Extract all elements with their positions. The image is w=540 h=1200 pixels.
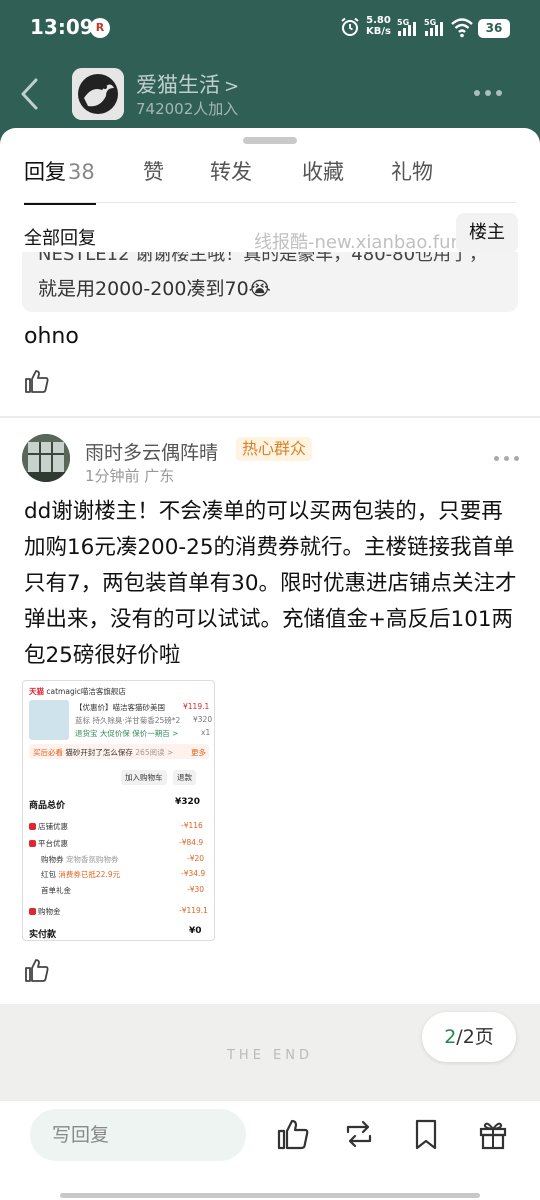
alarm-icon — [341, 17, 359, 36]
tmall-logo: 天猫 — [29, 687, 44, 696]
more-options-icon[interactable] — [474, 90, 502, 96]
product-price: ¥119.1 — [183, 702, 210, 711]
promo-more: 更多 — [191, 748, 206, 757]
add-to-cart-button: 加入购物车 — [121, 770, 167, 785]
gesture-nav-bar[interactable] — [60, 1193, 480, 1198]
network-speed-unit: KB/s — [366, 26, 391, 37]
avatar-image — [22, 434, 70, 482]
watermark: 线报酷-new.xianbao.fun — [254, 232, 462, 253]
first-order-value: -¥30 — [187, 885, 205, 894]
redpacket-desc: 消费券已抵22.9元 — [58, 870, 121, 879]
total-label: 商品总价 — [29, 801, 66, 811]
attached-image[interactable]: 天猫 catmagic喵洁客旗舰店 【优惠价】喵洁客猫砂美国 ¥119.1 蓝标… — [22, 680, 215, 941]
first-order-label: 首单礼金 — [41, 886, 71, 895]
group-members-count: 742002人加入 — [136, 100, 239, 118]
bookmark-icon[interactable] — [409, 1117, 443, 1151]
status-bar: 13:09 R 5.80 KB/s 5G 5G 36 — [0, 0, 540, 56]
coupon-value: -¥20 — [187, 854, 205, 863]
coupon-row: 购物券 宠物香氛购物券 — [41, 854, 118, 865]
tab-replies-count: 38 — [68, 160, 95, 184]
like-icon[interactable] — [24, 368, 50, 394]
platform-discount-label: 平台优惠 — [38, 839, 68, 848]
group-header: 爱猫生活 > 742002人加入 — [0, 56, 540, 132]
redpacket-value: -¥34.9 — [181, 869, 206, 878]
total-value: ¥320 — [175, 797, 201, 807]
product-spec: 蓝标 持久除臭·洋甘菊香25磅*2 — [75, 716, 181, 725]
redpacket-label: 红包 — [41, 870, 56, 879]
avatar[interactable] — [22, 434, 70, 482]
divider — [24, 202, 516, 203]
quoted-reply-text: 就是用2000-200凑到70😭 — [38, 278, 271, 300]
promo-reads: 265阅读 > — [135, 748, 174, 757]
reply-body: dd谢谢楼主！不会凑单的可以买两包装的，只要再加购16元凑200-25的消费券就… — [24, 499, 517, 668]
store-name: catmagic喵洁客旗舰店 — [46, 687, 126, 696]
group-avatar[interactable] — [72, 68, 124, 120]
back-arrow-icon[interactable] — [16, 74, 44, 114]
product-thumbnail — [29, 700, 69, 740]
replies-sheet: 回复38 赞 转发 收藏 礼物 NESTLE12 谢谢楼主哦！真的是豪车，480… — [0, 128, 540, 1200]
more-options-icon[interactable] — [494, 456, 519, 461]
reply-input[interactable]: 写回复 — [30, 1109, 246, 1161]
signal-bars-icon-2 — [425, 22, 443, 36]
like-icon[interactable] — [276, 1117, 310, 1151]
page-current: 2 — [444, 1026, 457, 1048]
group-name: 爱猫生活 — [136, 73, 220, 97]
promo-tag: 买后必看 — [33, 748, 63, 757]
user-name[interactable]: 雨时多云偶阵晴 — [85, 438, 218, 465]
post-meta: 1分钟前 广东 — [85, 467, 175, 485]
shopping-gold-label: 购物金 — [38, 907, 61, 916]
wifi-icon — [451, 18, 473, 38]
tab-favorites[interactable]: 收藏 — [302, 156, 344, 186]
sheet-drag-handle[interactable] — [243, 137, 297, 144]
store-header: 天猫 catmagic喵洁客旗舰店 — [29, 686, 126, 697]
product-tags: 退货宝 大促价保 保价一期百 > — [75, 729, 179, 738]
shop-discount-value: -¥116 — [181, 821, 203, 830]
group-name-link[interactable]: 爱猫生活 > — [136, 69, 239, 99]
promo-row: 买后必看 猫砂开封了怎么保存 265阅读 > — [33, 747, 173, 758]
reply-text: ohno — [24, 324, 79, 349]
divider — [0, 416, 540, 418]
coupon-label: 购物券 — [41, 855, 64, 864]
tab-replies-label: 回复 — [24, 160, 66, 184]
tab-shares[interactable]: 转发 — [210, 156, 252, 186]
gift-icon[interactable] — [476, 1117, 510, 1151]
battery-icon: 36 — [478, 19, 510, 38]
shopping-gold-value: -¥119.1 — [179, 906, 208, 915]
promo-text: 猫砂开封了怎么保存 — [65, 748, 133, 757]
quoted-reply-text-cut: NESTLE12 谢谢楼主哦！真的是豪车，480-80也用了， — [38, 252, 488, 265]
status-time: 13:09 — [30, 15, 94, 39]
platform-discount-row: 平台优惠 — [29, 838, 68, 849]
app-notification-icon: R — [90, 18, 110, 38]
redpacket-row: 红包 消费券已抵22.9元 — [41, 869, 120, 880]
network-speed-value: 5.80 — [366, 15, 391, 26]
coupon-desc: 宠物香氛购物券 — [65, 855, 119, 864]
like-icon[interactable] — [24, 957, 50, 983]
product-title: 【优惠价】喵洁客猫砂美国 — [75, 703, 165, 712]
signal-bars-icon — [398, 22, 416, 36]
paid-value: ¥0 — [189, 926, 202, 936]
tab-replies[interactable]: 回复38 — [24, 156, 95, 186]
network-speed: 5.80 KB/s — [366, 15, 391, 37]
paid-label: 实付款 — [29, 930, 57, 940]
platform-discount-value: -¥84.9 — [179, 838, 204, 847]
product-orig-price: ¥320 — [193, 715, 213, 724]
status-badge: 热心群众 — [236, 437, 313, 461]
chevron-right-icon: > — [224, 76, 240, 97]
page-indicator[interactable]: 2/2页 — [422, 1012, 516, 1062]
cat-logo-icon — [72, 68, 124, 120]
tab-bar: 回复38 赞 转发 收藏 礼物 — [0, 156, 540, 205]
product-qty: x1 — [201, 728, 211, 737]
owner-only-button[interactable]: 楼主 — [456, 213, 518, 253]
tab-gifts[interactable]: 礼物 — [391, 156, 433, 186]
quoted-reply[interactable]: NESTLE12 谢谢楼主哦！真的是豪车，480-80也用了， 就是用2000-… — [22, 252, 518, 312]
all-replies-filter[interactable]: 全部回复 — [24, 224, 96, 250]
page-total: /2页 — [456, 1026, 494, 1048]
tab-likes[interactable]: 赞 — [143, 156, 164, 186]
shop-discount-row: 店铺优惠 — [29, 821, 68, 832]
shop-discount-label: 店铺优惠 — [38, 822, 68, 831]
bottom-action-bar: 写回复 — [0, 1100, 540, 1200]
shopping-gold-row: 购物金 — [29, 906, 61, 917]
refund-button: 退款 — [173, 770, 196, 785]
repost-icon[interactable] — [342, 1117, 376, 1151]
